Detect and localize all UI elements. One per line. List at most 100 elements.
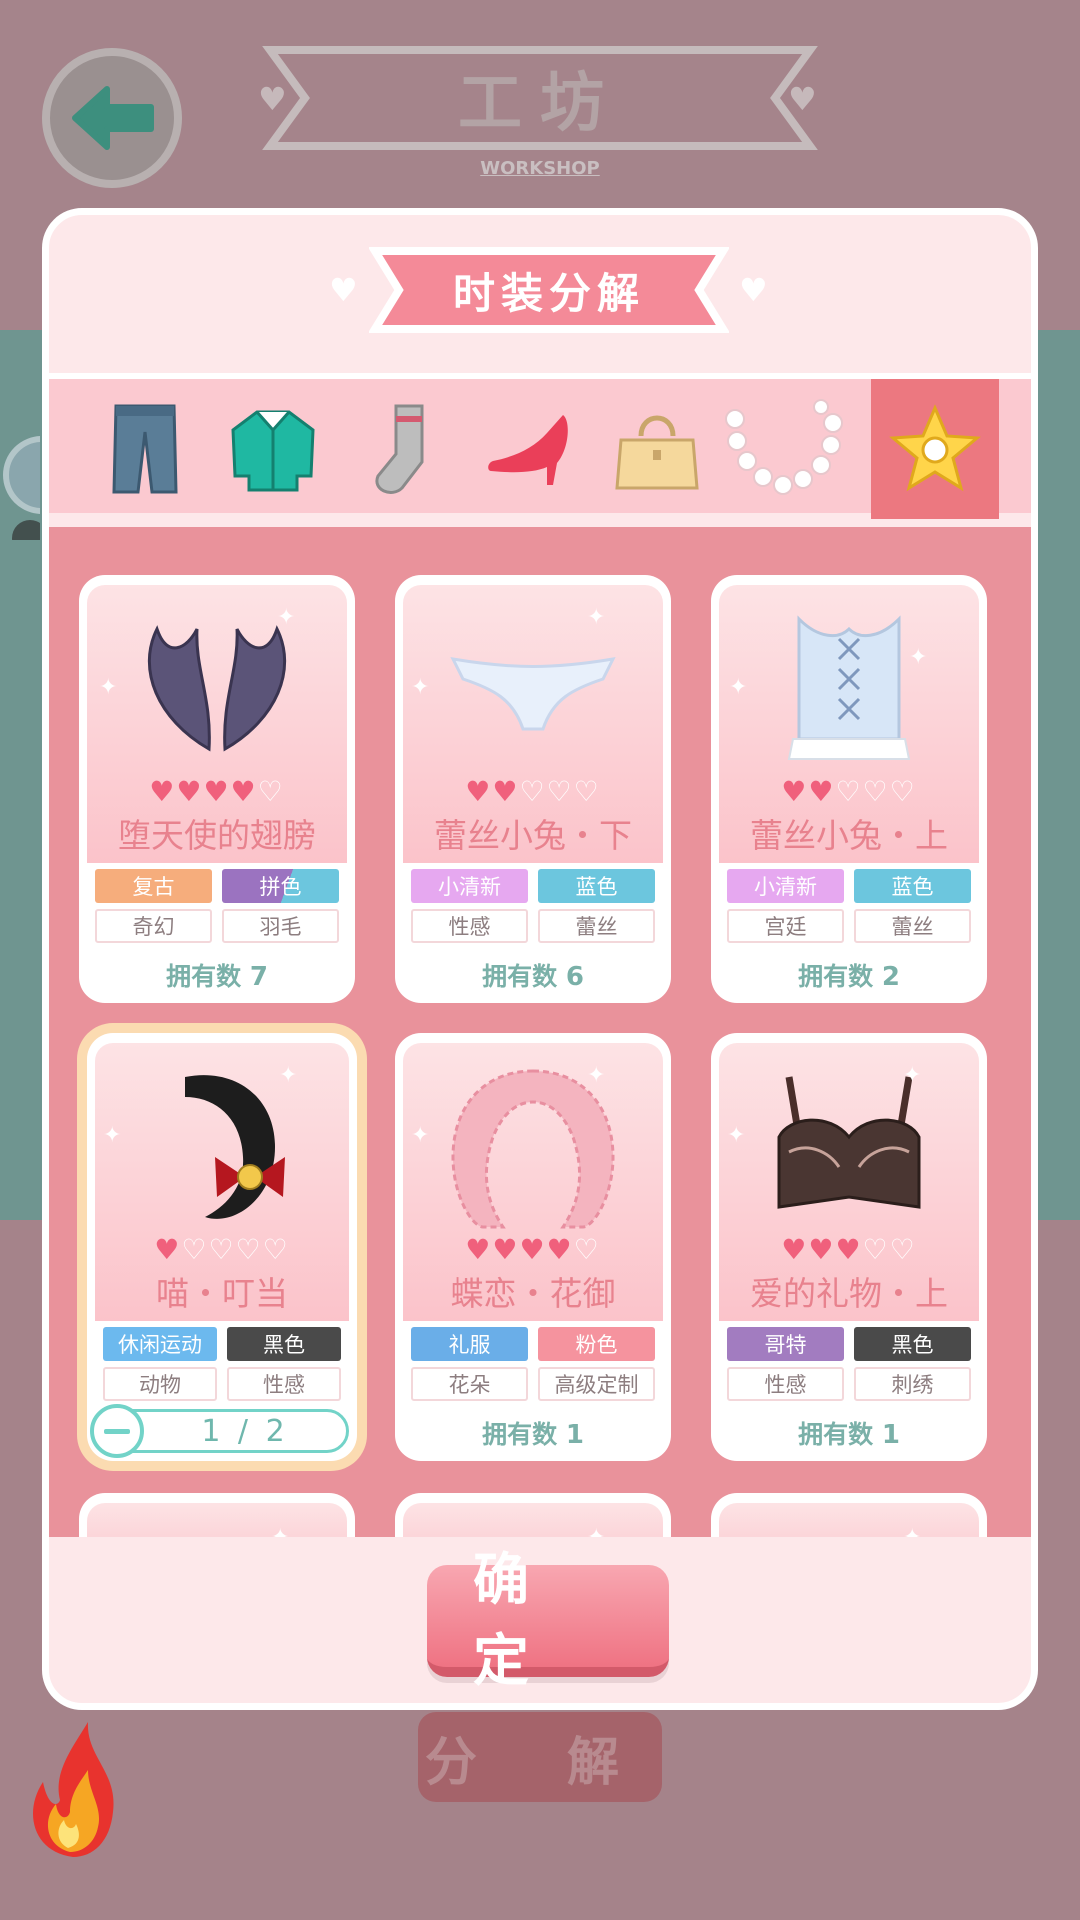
item-card[interactable]: ✦ ✦ ♥♥♡♡♡ 蕾丝小兔・下 小清新 蓝色 性感 蕾丝 拥有数 6 (395, 575, 671, 1003)
rarity-hearts: ♥♡♡♡♡ (154, 1233, 290, 1266)
tab-pants[interactable] (81, 379, 209, 519)
sparkle-icon: ✦ (277, 605, 296, 630)
tab-dress[interactable] (42, 379, 85, 519)
owned-count: 拥有数 6 (482, 962, 584, 992)
tag: 性感 (227, 1367, 341, 1401)
item-tags: 礼服 粉色 花朵 高级定制 (403, 1321, 663, 1401)
tab-necklace[interactable] (721, 379, 849, 519)
tab-socks[interactable] (337, 379, 465, 519)
item-card[interactable]: ✦ ✦ ♥♥♡♡♡ 蕾丝小兔・上 小清新 蓝色 宫廷 蕾丝 拥有数 2 (711, 575, 987, 1003)
tag: 黑色 (854, 1327, 971, 1361)
item-name: 爱的礼物・上 (750, 1274, 948, 1313)
item-card-image-area: ✦ (403, 1503, 663, 1537)
item-card-selected[interactable]: ✦ ✦ ♥♡♡♡♡ 喵・叮当 休闲运动 黑色 动物 性感 1 / 2 (87, 1033, 357, 1461)
sparkle-icon: ✦ (587, 1063, 606, 1088)
tag: 高级定制 (538, 1367, 655, 1401)
tag: 礼服 (411, 1327, 528, 1361)
sparkle-icon: ✦ (279, 1063, 298, 1088)
star-badge-icon (889, 404, 981, 492)
sparkle-icon: ✦ (103, 1123, 122, 1148)
tag: 性感 (727, 1367, 844, 1401)
heart-icon: ♥ (739, 271, 768, 309)
tab-coat[interactable] (209, 379, 337, 519)
rarity-hearts: ♥♥♡♡♡ (781, 775, 917, 808)
sparkle-icon: ✦ (903, 1063, 922, 1088)
item-name: 蝶恋・花御 (450, 1274, 616, 1313)
decompose-button: 分 解 (418, 1712, 662, 1802)
sparkle-icon: ✦ (99, 675, 118, 700)
fire-icon[interactable] (18, 1712, 128, 1862)
tag: 小清新 (727, 869, 844, 903)
coat-icon (231, 410, 315, 492)
tag: 蓝色 (854, 869, 971, 903)
rarity-hearts: ♥♥♥♥♡ (149, 775, 285, 808)
item-card-image-area: ✦ ✦ ♥♥♡♡♡ 蕾丝小兔・下 (403, 585, 663, 863)
rarity-hearts: ♥♥♡♡♡ (465, 775, 601, 808)
item-tags: 小清新 蓝色 性感 蕾丝 (403, 863, 663, 943)
owned-count: 拥有数 2 (798, 962, 900, 992)
handbag-icon (615, 415, 699, 490)
heart-icon: ♥ (329, 271, 358, 309)
item-name: 蕾丝小兔・下 (434, 816, 632, 855)
decompose-modal: 时装分解 ♥ ♥ ✦ ✦ ♥♥♥♥♡ 堕天使的翅膀 复古 拼色 奇幻 羽毛 拥有… (42, 208, 1038, 1710)
tag: 蕾丝 (538, 909, 655, 943)
minus-button[interactable] (90, 1404, 144, 1458)
item-card-image-area: ✦ ✦ ♥♥♥♡♡ 爱的礼物・上 (719, 1043, 979, 1321)
page-subtitle: WORKSHOP (480, 158, 600, 179)
item-card-image-area: ✦ ✦ ♥♡♡♡♡ 喵・叮当 (95, 1043, 349, 1321)
quantity-stepper[interactable]: 1 / 2 (90, 1404, 349, 1458)
tag: 羽毛 (222, 909, 339, 943)
tag: 宫廷 (727, 909, 844, 943)
item-tags: 休闲运动 黑色 动物 性感 (95, 1321, 349, 1401)
item-name: 喵・叮当 (156, 1274, 288, 1313)
tag: 黑色 (227, 1327, 341, 1361)
tag: 休闲运动 (103, 1327, 217, 1361)
tab-shoes[interactable] (465, 379, 593, 519)
pants-icon (112, 404, 178, 494)
lace-corset-icon (787, 615, 911, 760)
item-card-image-area: ✦ (87, 1503, 347, 1537)
tag: 哥特 (727, 1327, 844, 1361)
sparkle-icon: ✦ (411, 1123, 430, 1148)
item-card-partial[interactable]: ✦ (711, 1493, 987, 1537)
modal-title-ribbon: 时装分解 (369, 245, 729, 335)
item-card-image-area: ✦ ✦ ♥♥♡♡♡ 蕾丝小兔・上 (719, 585, 979, 863)
tab-bags[interactable] (593, 379, 721, 519)
tag: 蓝色 (538, 869, 655, 903)
item-card[interactable]: ✦ ✦ ♥♥♥♥♡ 堕天使的翅膀 复古 拼色 奇幻 羽毛 拥有数 7 (79, 575, 355, 1003)
back-arrow-icon (72, 86, 154, 150)
tag: 性感 (411, 909, 528, 943)
item-name: 堕天使的翅膀 (118, 816, 316, 855)
item-card-partial[interactable]: ✦ (79, 1493, 355, 1537)
item-card-image-area: ✦ ✦ ♥♥♥♥♡ 蝶恋・花御 (403, 1043, 663, 1321)
quantity-value: 1 / 2 (201, 1413, 289, 1449)
socks-icon (375, 404, 424, 494)
tag: 粉色 (538, 1327, 655, 1361)
sparkle-icon: ✦ (729, 675, 748, 700)
category-tab-bar (49, 373, 1031, 519)
item-card[interactable]: ✦ ✦ ♥♥♥♥♡ 蝶恋・花御 礼服 粉色 花朵 高级定制 拥有数 1 (395, 1033, 671, 1461)
modal-title: 时装分解 (452, 268, 645, 318)
sparkle-icon: ✦ (587, 605, 606, 630)
item-card[interactable]: ✦ ✦ ♥♥♥♡♡ 爱的礼物・上 哥特 黑色 性感 刺绣 拥有数 1 (711, 1033, 987, 1461)
tag: 花朵 (411, 1367, 528, 1401)
owned-count: 拥有数 1 (798, 1420, 900, 1450)
sparkle-icon: ✦ (411, 675, 430, 700)
tab-accessories[interactable] (871, 379, 999, 519)
tag: 刺绣 (854, 1367, 971, 1401)
partial-avatar-icon (3, 436, 40, 540)
item-card-partial[interactable]: ✦ (395, 1493, 671, 1537)
sparkle-icon: ✦ (271, 1525, 289, 1537)
sparkle-icon: ✦ (727, 1123, 746, 1148)
rarity-hearts: ♥♥♥♡♡ (781, 1233, 917, 1266)
dress-icon (42, 409, 51, 489)
tag: 拼色 (222, 869, 339, 903)
tag: 动物 (103, 1367, 217, 1401)
confirm-button[interactable]: 确 定 (427, 1548, 669, 1694)
item-tags: 小清新 蓝色 宫廷 蕾丝 (719, 863, 979, 943)
owned-count: 拥有数 1 (482, 1420, 584, 1450)
tag: 蕾丝 (854, 909, 971, 943)
tag: 复古 (95, 869, 212, 903)
item-card-image-area: ✦ ✦ ♥♥♥♥♡ 堕天使的翅膀 (87, 585, 347, 863)
tag: 奇幻 (95, 909, 212, 943)
